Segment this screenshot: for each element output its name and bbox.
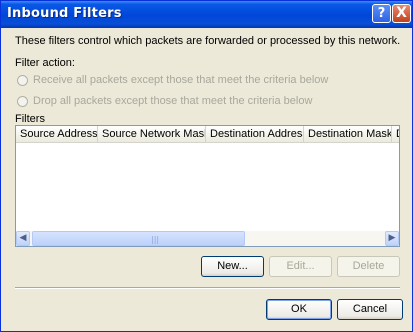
title-bar[interactable]: Inbound Filters ? X bbox=[1, 1, 412, 28]
column-source-network-mask[interactable]: Source Network Mask bbox=[98, 126, 206, 142]
ok-button[interactable]: OK bbox=[266, 299, 332, 320]
drop-radio[interactable] bbox=[17, 96, 28, 107]
help-icon: ? bbox=[377, 6, 386, 21]
help-button[interactable]: ? bbox=[372, 4, 391, 23]
column-destination-mask[interactable]: Destination Mask bbox=[304, 126, 392, 142]
close-button[interactable]: X bbox=[392, 4, 411, 23]
inbound-filters-dialog: Inbound Filters ? X These filters contro… bbox=[0, 0, 413, 332]
delete-button[interactable]: Delete bbox=[337, 256, 400, 277]
edit-button[interactable]: Edit... bbox=[269, 256, 332, 277]
filters-label: Filters bbox=[15, 113, 45, 125]
divider bbox=[15, 287, 400, 289]
column-source-address[interactable]: Source Address bbox=[16, 126, 98, 142]
column-destination-address[interactable]: Destination Address bbox=[206, 126, 304, 142]
receive-radio[interactable] bbox=[17, 75, 28, 86]
scrollbar-thumb[interactable]: ||| bbox=[32, 231, 245, 246]
close-icon: X bbox=[396, 5, 407, 21]
description-text: These filters control which packets are … bbox=[15, 35, 401, 47]
horizontal-scrollbar[interactable]: ◀ ||| ▶ bbox=[16, 231, 399, 246]
grip-icon: ||| bbox=[151, 235, 160, 244]
filter-action-label: Filter action: bbox=[15, 57, 75, 69]
drop-radio-label: Drop all packets except those that meet … bbox=[33, 95, 313, 107]
column-d[interactable]: D bbox=[392, 126, 399, 142]
cancel-button[interactable]: Cancel bbox=[337, 299, 403, 320]
chevron-right-icon: ▶ bbox=[388, 233, 396, 243]
receive-radio-label: Receive all packets except those that me… bbox=[33, 74, 329, 86]
scroll-left-button[interactable]: ◀ bbox=[16, 231, 30, 246]
new-button[interactable]: New... bbox=[201, 256, 264, 277]
chevron-left-icon: ◀ bbox=[19, 233, 27, 243]
dialog-title: Inbound Filters bbox=[7, 6, 122, 21]
scroll-right-button[interactable]: ▶ bbox=[385, 231, 399, 246]
filters-list-header: Source Address Source Network Mask Desti… bbox=[16, 126, 399, 143]
filters-list[interactable]: Source Address Source Network Mask Desti… bbox=[15, 125, 400, 247]
